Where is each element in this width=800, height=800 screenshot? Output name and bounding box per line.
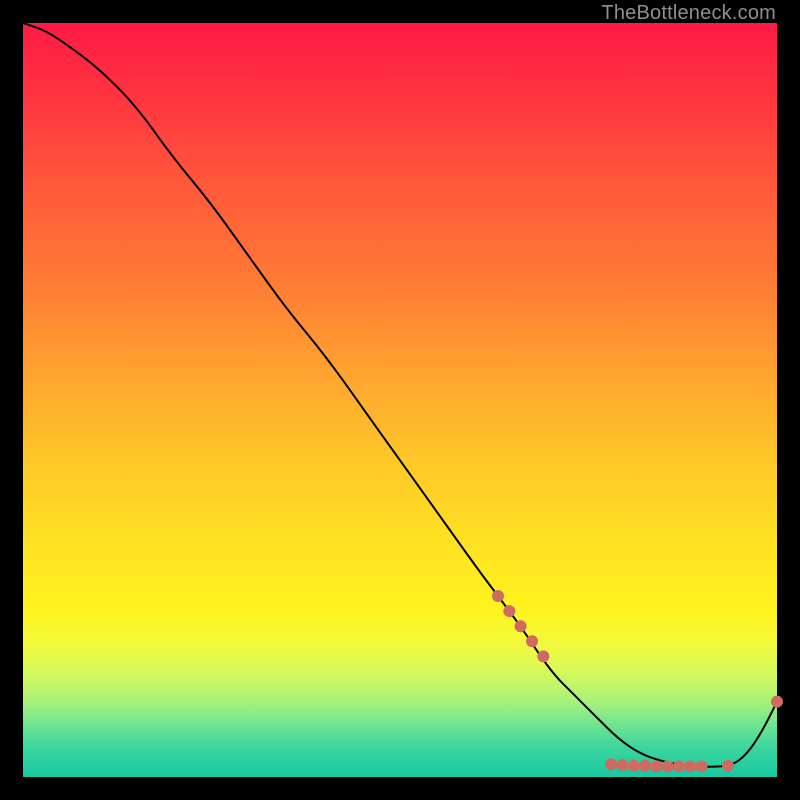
data-point: [605, 758, 617, 770]
chart-overlay: [23, 23, 777, 777]
markers-layer: [492, 590, 783, 772]
data-point: [650, 760, 662, 772]
data-point: [662, 760, 674, 772]
data-point: [503, 605, 515, 617]
data-point: [537, 650, 549, 662]
watermark-text: TheBottleneck.com: [601, 2, 776, 25]
data-point: [639, 760, 651, 772]
data-point: [515, 620, 527, 632]
data-point: [628, 760, 640, 772]
data-point: [673, 760, 685, 772]
data-point: [771, 696, 783, 708]
bottleneck-curve: [23, 23, 777, 767]
chart-stage: TheBottleneck.com: [0, 0, 800, 800]
data-point: [684, 760, 696, 772]
data-point: [492, 590, 504, 602]
data-point: [696, 760, 708, 772]
data-point: [722, 760, 734, 772]
data-point: [526, 635, 538, 647]
curve-layer: [23, 23, 777, 767]
data-point: [616, 759, 628, 771]
